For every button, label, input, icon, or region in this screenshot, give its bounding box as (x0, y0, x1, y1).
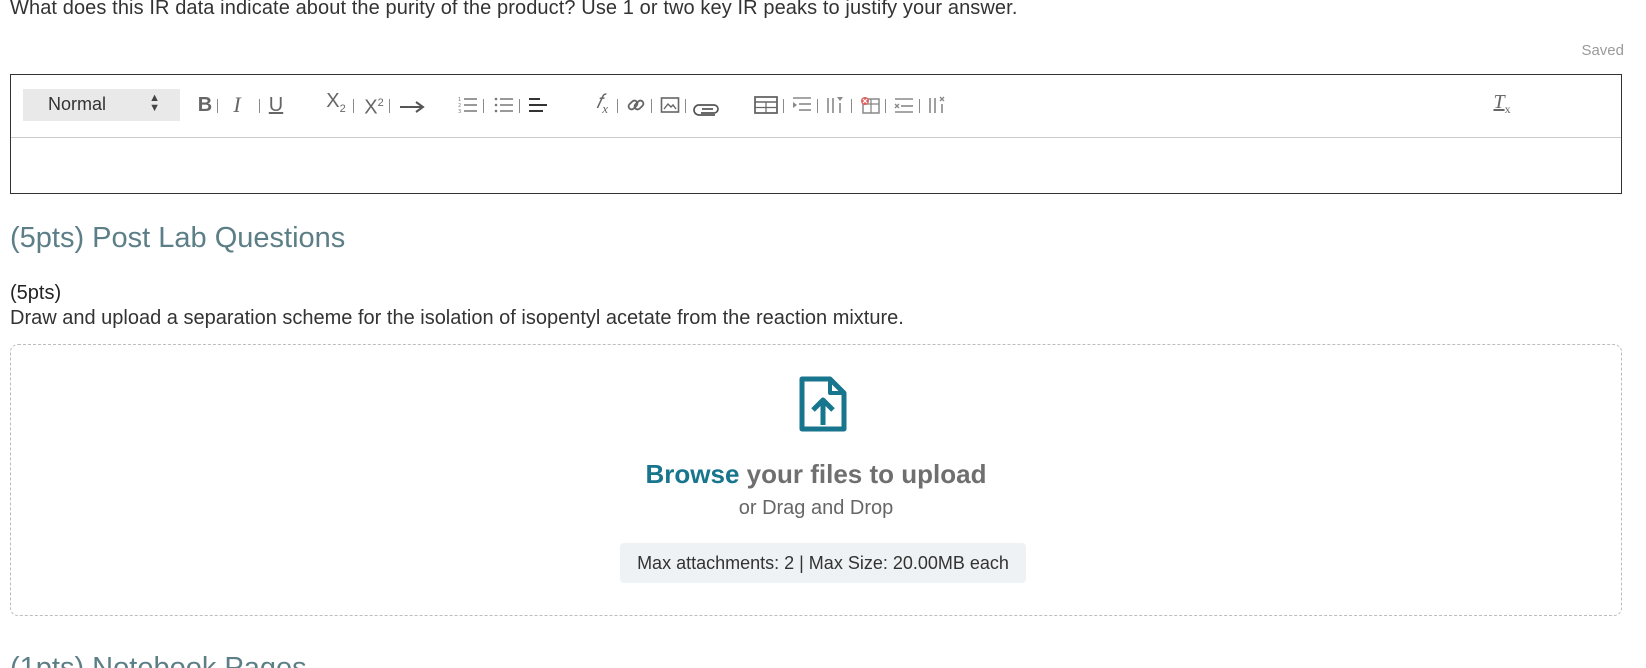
ordered-list-button[interactable]: 1 2 3 (457, 91, 479, 119)
table-delete-button[interactable] (859, 91, 881, 119)
bold-icon: B (197, 94, 213, 116)
toolbar-separator (851, 99, 852, 113)
align-left-icon (529, 98, 547, 112)
editor-toolbar: Normal ▲ ▼ B I U X2 X2 1 2 3 𝑓x Tx (11, 75, 1621, 138)
section-heading-notebook: (1pts) Notebook Pages (10, 652, 307, 668)
bullet-list-icon (494, 97, 513, 113)
link-button[interactable] (625, 91, 647, 119)
paragraph-style-select[interactable]: Normal ▲ ▼ (23, 89, 180, 121)
subscript-icon: X2 (326, 90, 346, 115)
toolbar-separator (483, 99, 484, 113)
italic-button[interactable]: I (227, 91, 247, 119)
row-insert-icon (793, 97, 811, 111)
toolbar-separator (389, 99, 390, 113)
toolbar-separator (783, 99, 784, 113)
formula-button[interactable]: 𝑓x (589, 91, 615, 119)
arrow-button[interactable] (397, 93, 427, 121)
file-dropzone[interactable]: Browse your files to upload or Drag and … (10, 344, 1622, 616)
link-icon (627, 99, 645, 111)
row-delete-icon (894, 98, 913, 113)
toolbar-separator (817, 99, 818, 113)
superscript-button[interactable]: X2 (361, 91, 387, 119)
table-button[interactable] (753, 91, 779, 119)
toolbar-separator (217, 99, 218, 113)
page: What does this IR data indicate about th… (0, 0, 1646, 668)
underline-button[interactable]: U (265, 91, 287, 119)
bold-button[interactable]: B (195, 91, 215, 119)
formula-icon: 𝑓x (595, 90, 608, 116)
bullet-list-button[interactable] (493, 91, 515, 119)
svg-text:3: 3 (458, 109, 461, 114)
upload-prompt-text: your files to upload (739, 459, 987, 489)
column-delete-icon (929, 96, 945, 113)
file-upload-icon (799, 376, 847, 432)
select-arrows-icon: ▲ ▼ (149, 92, 160, 114)
upload-limits-badge: Max attachments: 2 | Max Size: 20.00MB e… (620, 543, 1026, 583)
row-delete-button[interactable] (893, 91, 915, 119)
attachment-button[interactable] (693, 95, 721, 123)
toolbar-separator (885, 99, 886, 113)
toolbar-separator (685, 99, 686, 113)
section-heading-post-lab: (5pts) Post Lab Questions (10, 222, 346, 254)
attachment-icon (693, 104, 719, 116)
toolbar-separator (617, 99, 618, 113)
toolbar-separator-wrap (255, 91, 263, 119)
table-delete-icon (861, 97, 880, 114)
clear-format-button[interactable]: Tx (1489, 91, 1515, 119)
clear-format-icon: Tx (1493, 90, 1511, 116)
align-left-button[interactable] (527, 91, 549, 119)
question-description: Draw and upload a separation scheme for … (10, 307, 904, 329)
superscript-icon: X2 (364, 96, 384, 119)
question-text: What does this IR data indicate about th… (10, 0, 1018, 19)
rich-text-editor[interactable]: Normal ▲ ▼ B I U X2 X2 1 2 3 𝑓x Tx (10, 74, 1622, 194)
editor-body[interactable] (11, 138, 1621, 194)
underline-icon: U (268, 94, 284, 116)
image-button[interactable] (659, 91, 681, 119)
column-delete-button[interactable] (927, 91, 949, 119)
drag-drop-text: or Drag and Drop (738, 497, 894, 519)
arrow-right-icon (400, 101, 425, 113)
column-insert-button[interactable] (825, 91, 847, 119)
subscript-button[interactable]: X2 (321, 90, 351, 119)
italic-icon: I (233, 92, 241, 117)
row-insert-button[interactable] (791, 91, 813, 119)
upload-prompt: Browse your files to upload (11, 459, 1621, 490)
column-insert-icon (827, 97, 843, 113)
toolbar-separator (353, 99, 354, 113)
question-points: (5pts) (10, 282, 62, 304)
saved-status: Saved (1581, 42, 1624, 59)
toolbar-separator (919, 99, 920, 113)
paragraph-style-label: Normal (48, 94, 107, 114)
ordered-list-icon: 1 2 3 (458, 97, 477, 114)
image-icon (660, 97, 680, 113)
toolbar-separator (651, 99, 652, 113)
browse-files-link[interactable]: Browse (646, 459, 740, 489)
table-icon (754, 96, 778, 114)
toolbar-separator (259, 99, 260, 113)
toolbar-separator (519, 99, 520, 113)
